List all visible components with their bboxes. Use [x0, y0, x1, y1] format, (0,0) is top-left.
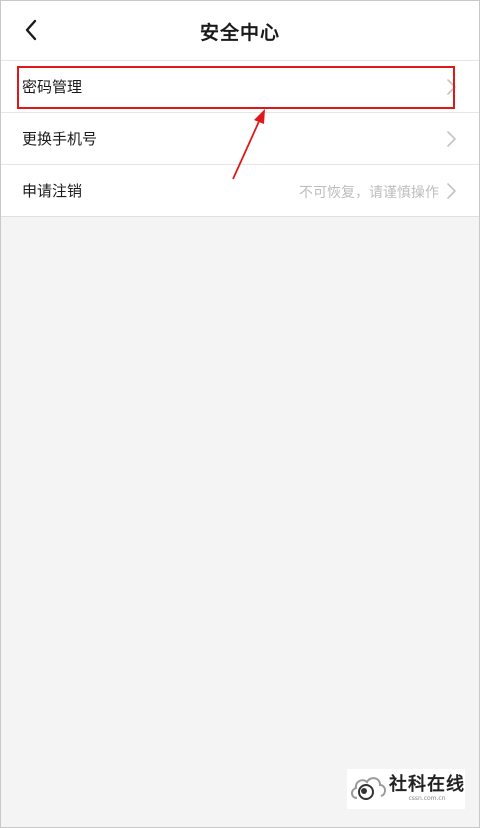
row-cancel-account[interactable]: 申请注销 不可恢复，请谨慎操作 — [1, 165, 479, 217]
header-bar: 安全中心 — [1, 1, 479, 61]
app-screen: 安全中心 密码管理 更换手机号 申请注销 不可恢复，请谨慎操作 社科在线 css… — [0, 0, 480, 828]
row-label: 更换手机号 — [22, 130, 98, 148]
watermark-title: 社科在线 — [389, 774, 465, 795]
row-password-management[interactable]: 密码管理 — [1, 61, 479, 113]
watermark-url: cssn.com.cn — [408, 795, 446, 802]
chevron-right-icon — [447, 79, 456, 95]
settings-list: 密码管理 更换手机号 申请注销 不可恢复，请谨慎操作 — [1, 61, 479, 217]
row-change-phone[interactable]: 更换手机号 — [1, 113, 479, 165]
cloud-eye-logo-icon — [351, 777, 386, 800]
chevron-right-icon — [447, 183, 456, 199]
watermark: 社科在线 cssn.com.cn — [347, 769, 465, 809]
row-label: 申请注销 — [22, 182, 83, 200]
chevron-right-icon — [447, 131, 456, 147]
page-title: 安全中心 — [199, 22, 280, 44]
row-label: 密码管理 — [22, 78, 83, 96]
row-warning-note: 不可恢复，请谨慎操作 — [299, 185, 439, 201]
watermark-text: 社科在线 cssn.com.cn — [389, 775, 465, 803]
